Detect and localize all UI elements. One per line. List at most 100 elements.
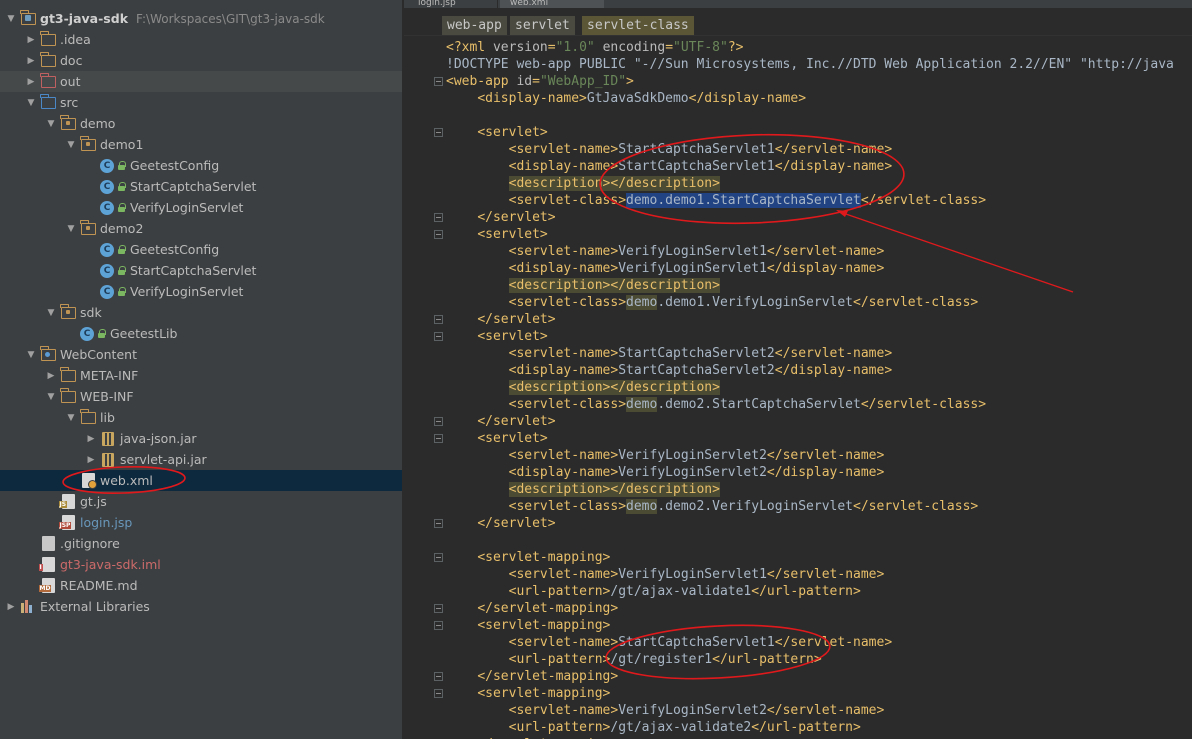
fold-marker-icon[interactable] bbox=[434, 213, 443, 222]
tree-item[interactable]: .gitignore bbox=[0, 533, 402, 554]
tree-item[interactable]: gt3-java-sdk.iml bbox=[0, 554, 402, 575]
fold-marker-icon[interactable] bbox=[434, 434, 443, 443]
expand-arrow-icon[interactable]: ▼ bbox=[64, 411, 78, 425]
collapse-arrow-icon[interactable]: ▶ bbox=[24, 33, 38, 47]
code-line[interactable]: </servlet> bbox=[446, 413, 555, 430]
code-line[interactable]: </servlet-mapping> bbox=[446, 668, 618, 685]
tree-item[interactable]: C StartCaptchaServlet bbox=[0, 260, 402, 281]
code-line[interactable]: <display-name>GtJavaSdkDemo</display-nam… bbox=[446, 90, 806, 107]
code-line[interactable]: <web-app id="WebApp_ID"> bbox=[446, 73, 634, 90]
breadcrumb-web-app[interactable]: web-app bbox=[442, 16, 507, 35]
tree-item[interactable]: C StartCaptchaServlet bbox=[0, 176, 402, 197]
code-editor[interactable]: <?xml version="1.0" encoding="UTF-8"?> !D… bbox=[446, 36, 1192, 739]
expand-arrow-icon[interactable]: ▼ bbox=[64, 222, 78, 236]
code-line[interactable]: <servlet> bbox=[446, 226, 547, 243]
expand-arrow-icon[interactable]: ▼ bbox=[44, 306, 58, 320]
code-line[interactable]: </servlet-mapping> bbox=[446, 600, 618, 617]
tree-item[interactable]: ▶ doc bbox=[0, 50, 402, 71]
expand-arrow-icon[interactable]: ▼ bbox=[24, 348, 38, 362]
breadcrumb-servlet[interactable]: servlet bbox=[510, 16, 575, 35]
code-line[interactable]: <servlet-class>demo.demo1.VerifyLoginSer… bbox=[446, 294, 978, 311]
code-line[interactable]: <servlet-class>demo.demo1.StartCaptchaSe… bbox=[446, 192, 986, 209]
expand-arrow-icon[interactable]: ▼ bbox=[24, 96, 38, 110]
code-line[interactable]: <servlet> bbox=[446, 328, 547, 345]
code-line[interactable]: <display-name>VerifyLoginServlet2</displ… bbox=[446, 464, 885, 481]
fold-marker-icon[interactable] bbox=[434, 604, 443, 613]
tree-item[interactable]: ▼ WEB-INF bbox=[0, 386, 402, 407]
collapse-arrow-icon[interactable]: ▶ bbox=[4, 600, 18, 614]
tree-item[interactable]: ▶ META-INF bbox=[0, 365, 402, 386]
collapse-arrow-icon[interactable]: ▶ bbox=[44, 369, 58, 383]
tree-item[interactable]: gt.js bbox=[0, 491, 402, 512]
code-line[interactable]: <servlet> bbox=[446, 430, 547, 447]
tree-item[interactable]: C VerifyLoginServlet bbox=[0, 197, 402, 218]
fold-marker-icon[interactable] bbox=[434, 315, 443, 324]
tree-item[interactable]: ▶ .idea bbox=[0, 29, 402, 50]
code-line[interactable]: </servlet> bbox=[446, 209, 555, 226]
code-line[interactable]: <servlet-mapping> bbox=[446, 549, 610, 566]
tree-item[interactable]: login.jsp bbox=[0, 512, 402, 533]
tree-item[interactable]: C GeetestLib bbox=[0, 323, 402, 344]
collapse-arrow-icon[interactable]: ▶ bbox=[24, 75, 38, 89]
code-line[interactable]: <description></description> bbox=[446, 379, 720, 396]
expand-arrow-icon[interactable]: ▼ bbox=[44, 390, 58, 404]
fold-marker-icon[interactable] bbox=[434, 553, 443, 562]
fold-marker-icon[interactable] bbox=[434, 332, 443, 341]
fold-marker-icon[interactable] bbox=[434, 689, 443, 698]
collapse-arrow-icon[interactable]: ▶ bbox=[24, 54, 38, 68]
tab-web-xml[interactable]: web.xml bbox=[500, 0, 604, 8]
tree-item[interactable]: C GeetestConfig bbox=[0, 239, 402, 260]
fold-marker-icon[interactable] bbox=[434, 621, 443, 630]
code-line[interactable]: <servlet-mapping> bbox=[446, 685, 610, 702]
breadcrumb-servlet-class[interactable]: servlet-class bbox=[582, 16, 694, 35]
tree-item[interactable]: ▼ WebContent bbox=[0, 344, 402, 365]
fold-marker-icon[interactable] bbox=[434, 128, 443, 137]
code-line[interactable]: <description></description> bbox=[446, 175, 720, 192]
code-line[interactable]: <url-pattern>/gt/register1</url-pattern> bbox=[446, 651, 822, 668]
tree-item[interactable]: ▼ demo2 bbox=[0, 218, 402, 239]
tree-item[interactable]: ▼ lib bbox=[0, 407, 402, 428]
code-line[interactable]: <url-pattern>/gt/ajax-validate1</url-pat… bbox=[446, 583, 861, 600]
code-line[interactable]: <display-name>VerifyLoginServlet1</displ… bbox=[446, 260, 885, 277]
fold-marker-icon[interactable] bbox=[434, 77, 443, 86]
expand-arrow-icon[interactable]: ▼ bbox=[4, 12, 18, 26]
expand-arrow-icon[interactable]: ▼ bbox=[64, 138, 78, 152]
code-line[interactable]: <servlet-mapping> bbox=[446, 617, 610, 634]
code-line[interactable]: <servlet-name>StartCaptchaServlet1</serv… bbox=[446, 141, 893, 158]
code-line[interactable]: !DOCTYPE web-app PUBLIC "-//Sun Microsys… bbox=[446, 56, 1174, 73]
tree-item[interactable]: ▼ src bbox=[0, 92, 402, 113]
code-line[interactable]: <servlet-name>StartCaptchaServlet1</serv… bbox=[446, 634, 893, 651]
code-line[interactable]: <servlet> bbox=[446, 124, 547, 141]
fold-marker-icon[interactable] bbox=[434, 519, 443, 528]
code-line[interactable]: </servlet> bbox=[446, 515, 555, 532]
code-line[interactable]: <display-name>StartCaptchaServlet2</disp… bbox=[446, 362, 893, 379]
fold-marker-icon[interactable] bbox=[434, 672, 443, 681]
expand-arrow-icon[interactable]: ▼ bbox=[44, 117, 58, 131]
tree-item[interactable]: web.xml bbox=[0, 470, 402, 491]
collapse-arrow-icon[interactable]: ▶ bbox=[84, 453, 98, 467]
tree-item[interactable]: ▼ demo1 bbox=[0, 134, 402, 155]
tab-login-jsp[interactable]: login.jsp bbox=[408, 0, 498, 8]
tree-item[interactable]: C VerifyLoginServlet bbox=[0, 281, 402, 302]
tree-item[interactable]: ▼ sdk bbox=[0, 302, 402, 323]
tree-item[interactable]: ▼ gt3-java-sdk F:\Workspaces\GIT\gt3-java-… bbox=[0, 8, 402, 29]
editor-gutter[interactable] bbox=[404, 36, 464, 739]
code-line[interactable]: <servlet-name>VerifyLoginServlet2</servl… bbox=[446, 447, 885, 464]
code-line[interactable]: </servlet> bbox=[446, 311, 555, 328]
fold-marker-icon[interactable] bbox=[434, 417, 443, 426]
code-line[interactable]: <servlet-name>StartCaptchaServlet2</serv… bbox=[446, 345, 893, 362]
code-line[interactable]: <servlet-name>VerifyLoginServlet1</servl… bbox=[446, 243, 885, 260]
tree-item[interactable]: ▼ demo bbox=[0, 113, 402, 134]
code-line[interactable]: <servlet-name>VerifyLoginServlet1</servl… bbox=[446, 566, 885, 583]
tree-item[interactable]: README.md bbox=[0, 575, 402, 596]
code-line[interactable]: <?xml version="1.0" encoding="UTF-8"?> bbox=[446, 39, 743, 56]
code-line[interactable]: <servlet-class>demo.demo2.VerifyLoginSer… bbox=[446, 498, 978, 515]
code-line[interactable]: <servlet-name>VerifyLoginServlet2</servl… bbox=[446, 702, 885, 719]
code-line[interactable]: <description></description> bbox=[446, 481, 720, 498]
tree-item[interactable]: C GeetestConfig bbox=[0, 155, 402, 176]
fold-marker-icon[interactable] bbox=[434, 230, 443, 239]
tree-item[interactable]: ▶ servlet-api.jar bbox=[0, 449, 402, 470]
code-line[interactable]: <servlet-class>demo.demo2.StartCaptchaSe… bbox=[446, 396, 986, 413]
code-line[interactable]: <url-pattern>/gt/ajax-validate2</url-pat… bbox=[446, 719, 861, 736]
code-line[interactable]: <description></description> bbox=[446, 277, 720, 294]
